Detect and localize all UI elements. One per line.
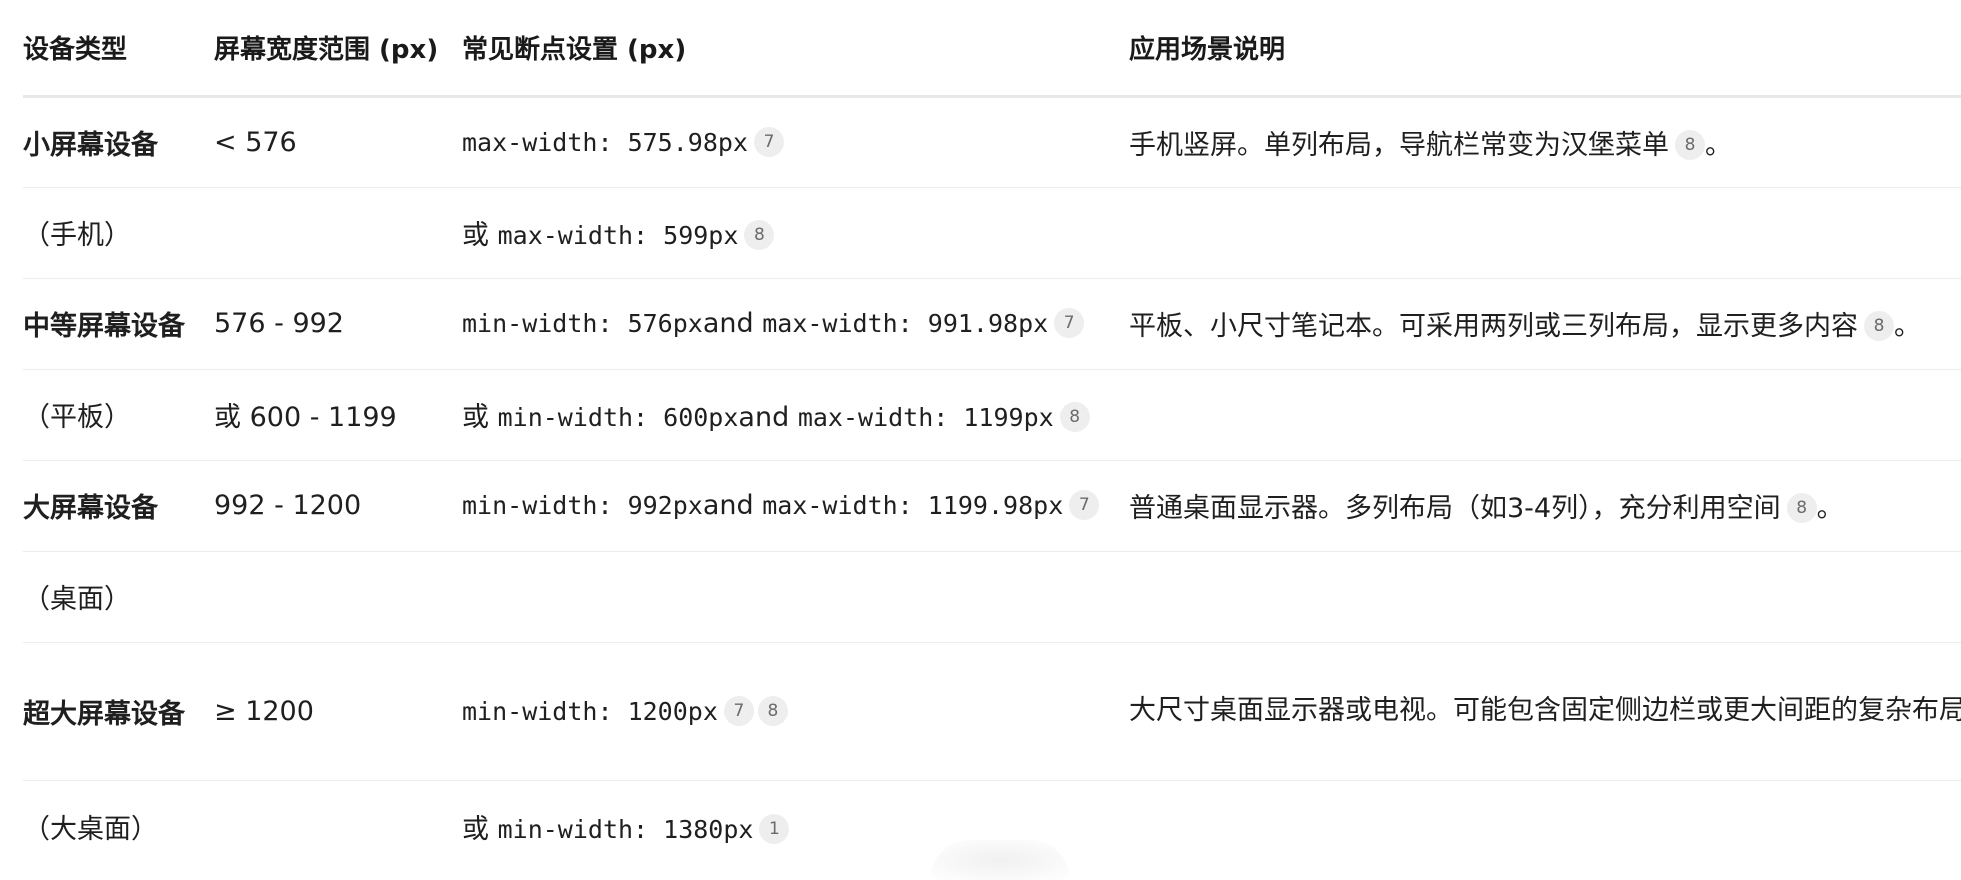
description-end: 。: [1705, 129, 1732, 161]
breakpoint-and: and: [738, 402, 790, 433]
cell-breakpoint: min-width: 1200px 7 8: [462, 642, 1129, 780]
breakpoint-and: and: [702, 490, 754, 521]
table-row: （桌面）: [23, 551, 1961, 642]
breakpoint-code: min-width: 1200px: [462, 696, 718, 726]
cell-breakpoint: max-width: 575.98px 7: [462, 96, 1129, 187]
description-end: 。: [1816, 493, 1844, 524]
breakpoint-code: max-width: 991.98px: [762, 309, 1049, 338]
description-body: 手机竖屏。单列布局，导航栏常变为汉堡菜单: [1129, 129, 1669, 161]
table-row: （平板） 或 600 - 1199 或 min-width: 600pxand ma…: [23, 369, 1961, 460]
breakpoint-code: min-width: 1380px: [497, 814, 754, 844]
header-description: 应用场景说明: [1129, 0, 1961, 98]
citation-badge[interactable]: 7: [723, 695, 754, 726]
cell-device-type: 小屏幕设备: [23, 129, 158, 161]
citation-badge[interactable]: 7: [1054, 308, 1085, 338]
scroll-fade-indicator: [930, 840, 1070, 880]
breakpoint-code: min-width: 992px: [462, 491, 703, 520]
breakpoint-table-container: 设备类型 屏幕宽度范围 (px) 常见断点设置 (px) 应用场景说明 小屏幕设…: [23, 0, 1961, 877]
description-body: 大尺寸桌面显示器或电视。可能包含固定侧边栏或更大间距的复杂布局: [1129, 695, 1961, 726]
citation-badge[interactable]: 7: [753, 126, 784, 157]
table-body: 小屏幕设备 < 576 max-width: 575.98px 7 手机竖屏。单列布局，…: [23, 96, 1961, 872]
breakpoint-table: 设备类型 屏幕宽度范围 (px) 常见断点设置 (px) 应用场景说明 小屏幕设…: [23, 0, 1961, 872]
cell-width-range: [214, 187, 462, 278]
cell-breakpoint: 或 max-width: 599px 8: [462, 187, 1129, 278]
cell-width-range: < 576: [214, 126, 297, 158]
header-device-type: 设备类型: [23, 0, 214, 98]
table-row: 小屏幕设备 < 576 max-width: 575.98px 7 手机竖屏。单列布局，…: [23, 96, 1961, 187]
cell-description: [1129, 369, 1961, 460]
cell-breakpoint: min-width: 992pxand max-width: 1199.98px…: [462, 460, 1129, 551]
cell-device-type: （大桌面）: [23, 813, 158, 845]
cell-device-type: 大屏幕设备: [23, 493, 158, 524]
breakpoint-code: max-width: 599px: [497, 221, 739, 250]
cell-width-range: [214, 551, 462, 642]
description-body: 平板、小尺寸笔记本。可采用两列或三列布局，显示更多内容: [1129, 311, 1858, 342]
cell-device-type: （桌面）: [23, 584, 131, 615]
breakpoint-prefix: 或: [462, 220, 489, 251]
citation-badge[interactable]: 8: [1786, 493, 1817, 523]
cell-width-range: [214, 780, 462, 872]
table-header-row: 设备类型 屏幕宽度范围 (px) 常见断点设置 (px) 应用场景说明: [23, 0, 1961, 98]
table-row: （手机） 或 max-width: 599px 8: [23, 187, 1961, 278]
cell-description: [1129, 551, 1961, 642]
table-row: 大屏幕设备 992 - 1200 min-width: 992pxand max-w…: [23, 460, 1961, 551]
cell-description: 手机竖屏。单列布局，导航栏常变为汉堡菜单 8。: [1129, 96, 1961, 187]
citation-badge[interactable]: 8: [1675, 129, 1705, 160]
cell-device-type: 超大屏幕设备: [23, 698, 185, 730]
cell-description: [1129, 780, 1961, 872]
header-width-range: 屏幕宽度范围 (px): [214, 0, 462, 98]
cell-description: 大尺寸桌面显示器或电视。可能包含固定侧边栏或更大间距的复杂布局8。: [1129, 642, 1961, 780]
breakpoint-prefix: 或: [462, 402, 489, 433]
citation-badge[interactable]: 1: [759, 813, 790, 844]
cell-breakpoint: [462, 551, 1129, 642]
breakpoint-prefix: 或: [462, 813, 489, 845]
cell-device-type: （手机）: [23, 220, 131, 251]
header-breakpoints: 常见断点设置 (px): [462, 0, 1129, 98]
citation-badge[interactable]: 8: [1864, 311, 1894, 341]
cell-width-range: ≥ 1200: [214, 695, 314, 727]
cell-description: 普通桌面显示器。多列布局（如3-4列），充分利用空间 8。: [1129, 460, 1961, 551]
cell-breakpoint: 或 min-width: 600pxand max-width: 1199px 8: [462, 369, 1129, 460]
cell-device-type: 中等屏幕设备: [23, 311, 185, 342]
description-body: 普通桌面显示器。多列布局（如3-4列），充分利用空间: [1129, 493, 1781, 524]
breakpoint-code: max-width: 575.98px: [462, 127, 748, 157]
cell-description: [1129, 187, 1961, 278]
cell-width-range: 或 600 - 1199: [214, 402, 397, 433]
breakpoint-and: and: [702, 308, 754, 339]
breakpoint-code: max-width: 1199px: [797, 403, 1054, 432]
citation-badge[interactable]: 8: [1059, 402, 1090, 432]
cell-description: 平板、小尺寸笔记本。可采用两列或三列布局，显示更多内容 8。: [1129, 278, 1961, 369]
citation-badge[interactable]: 7: [1069, 490, 1100, 520]
description-text: 手机竖屏。单列布局，导航栏常变为汉堡菜单 8。: [1129, 123, 1961, 162]
description-text: 普通桌面显示器。多列布局（如3-4列），充分利用空间 8。: [1129, 486, 1961, 525]
breakpoint-code: max-width: 1199.98px: [762, 491, 1064, 520]
description-end: 。: [1894, 311, 1921, 342]
cell-width-range: 576 - 992: [214, 308, 344, 339]
cell-breakpoint: min-width: 576pxand max-width: 991.98px 7: [462, 278, 1129, 369]
cell-width-range: 992 - 1200: [214, 490, 362, 521]
citation-badge[interactable]: 8: [744, 220, 775, 250]
table-row: 中等屏幕设备 576 - 992 min-width: 576pxand max-w…: [23, 278, 1961, 369]
description-text: 大尺寸桌面显示器或电视。可能包含固定侧边栏或更大间距的复杂布局8。: [1129, 688, 1961, 734]
description-text: 平板、小尺寸笔记本。可采用两列或三列布局，显示更多内容 8。: [1129, 304, 1961, 343]
table-row: 超大屏幕设备 ≥ 1200 min-width: 1200px 7 8 大尺寸桌面显示器或…: [23, 642, 1961, 780]
citation-badge[interactable]: 8: [757, 695, 788, 726]
breakpoint-code: min-width: 600px: [497, 403, 739, 432]
breakpoint-code: min-width: 576px: [462, 309, 703, 338]
cell-device-type: （平板）: [23, 402, 131, 433]
